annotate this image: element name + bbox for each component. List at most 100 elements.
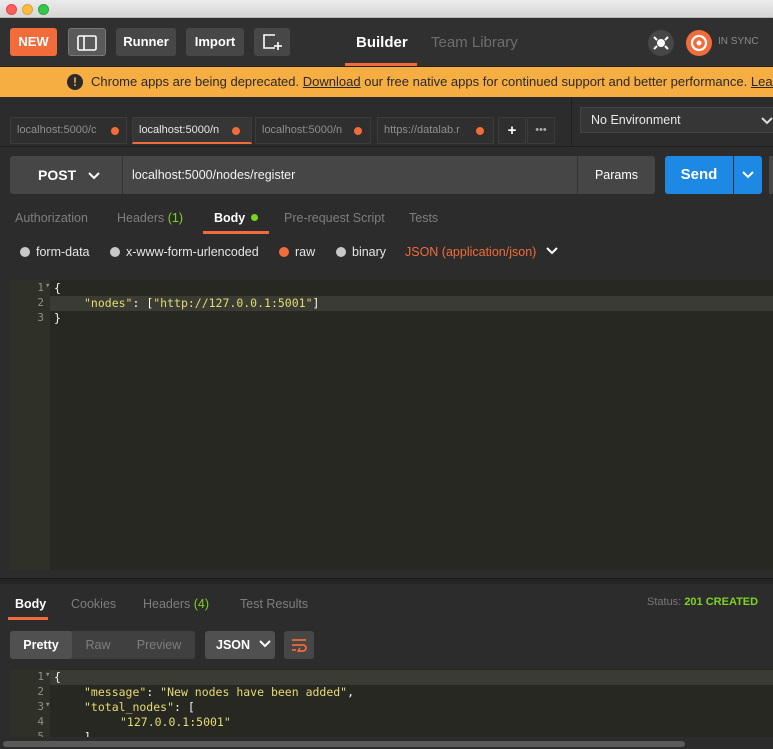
method-select[interactable]: POST [10,156,122,194]
sidebar-icon [77,35,97,51]
line-number: 3 [37,700,44,713]
unsaved-dot-icon [111,127,119,135]
minimize-window-button[interactable] [22,4,33,15]
toggle-sidebar-button[interactable] [68,28,106,56]
pane-resizer[interactable] [0,578,773,584]
code-line-2: "nodes": ["http://127.0.0.1:5001"] [84,296,319,310]
code-line-3: "total_nodes": [ [84,700,195,714]
environment-select[interactable]: No Environment [580,107,773,133]
runner-button[interactable]: Runner [116,28,176,56]
unsaved-dot-icon [476,127,484,135]
code-line-4: "127.0.0.1:5001" [120,715,231,729]
body-tab-indicator [203,231,269,234]
horizontal-scrollbar-track[interactable] [0,739,773,749]
fold-arrow-icon[interactable]: ▾ [45,670,50,680]
horizontal-scrollbar-thumb[interactable] [3,741,685,747]
language-select[interactable]: JSON [205,631,275,659]
app-header: NEW Runner Import Builder Team Library I… [0,18,773,67]
new-window-icon [263,34,282,50]
response-tab-cookies[interactable]: Cookies [71,597,116,611]
send-options-button[interactable] [734,156,762,194]
download-link[interactable]: Download [303,74,361,89]
send-button[interactable]: Send [665,156,733,194]
maximize-window-button[interactable] [38,4,49,15]
url-input-value: localhost:5000/nodes/register [132,168,296,182]
preview-button[interactable]: Preview [124,631,194,659]
chevron-down-icon [258,640,271,648]
import-button[interactable]: Import [186,28,244,56]
binary-radio[interactable] [336,247,346,257]
response-tab-headers[interactable]: Headers (4) [143,597,209,611]
params-button[interactable]: Params [578,156,655,194]
satellite-icon [653,36,669,50]
new-button[interactable]: NEW [10,28,57,56]
json-string: "127.0.0.1:5001" [120,715,231,729]
json-key: "total_nodes" [84,700,175,714]
more-tabs-button[interactable]: ••• [527,117,555,144]
status-value: 201 CREATED [684,596,759,608]
new-window-button[interactable] [254,28,290,56]
banner-text-2: our free native apps for continued suppo… [364,74,748,89]
unsaved-dot-icon [232,127,240,135]
response-body-viewer[interactable]: 1 ▾ 2 3 ▾ 4 5 { "message": "New nodes ha… [10,669,773,737]
response-headers-count-badge: (4) [193,597,210,611]
tab-headers-label: Headers [117,211,165,225]
form-data-label: form-data [36,245,90,259]
code-line-5: ] [84,730,91,737]
builder-tab[interactable]: Builder [356,18,408,67]
banner-text: Chrome apps are being deprecated. [91,74,300,89]
request-tab[interactable]: localhost:5000/n [255,117,371,144]
json-punct: : [ [132,296,154,310]
request-body-editor[interactable]: 1 ▾ 2 3 { "nodes": ["http://127.0.0.1:50… [10,280,773,570]
tab-authorization[interactable]: Authorization [15,211,88,225]
url-bar: POST localhost:5000/nodes/register Param… [10,156,655,194]
request-tab-label: localhost:5000/c [17,124,97,136]
request-tabs-bar: localhost:5000/c localhost:5000/n localh… [0,97,773,147]
tab-pre-request-script[interactable]: Pre-request Script [284,211,385,225]
wrap-lines-button[interactable] [284,631,314,659]
tab-body-label: Body [214,211,246,225]
response-body-tab-indicator [8,617,48,620]
environment-select-value: No Environment [591,113,681,127]
response-tab-body[interactable]: Body [15,597,46,611]
save-button-edge[interactable] [769,156,773,194]
request-tab-label: https://datalab.r [384,124,460,136]
learn-more-link[interactable]: Learn mo [751,74,773,89]
url-input[interactable]: localhost:5000/nodes/register [123,156,577,194]
add-tab-button[interactable]: + [498,117,526,144]
tab-body[interactable]: Body [214,211,258,225]
binary-label: binary [352,245,387,259]
line-number: 5 [37,730,44,737]
sync-icon [690,34,708,52]
line-number: 2 [37,296,44,309]
team-library-tab[interactable]: Team Library [431,18,518,67]
line-number: 4 [37,715,44,728]
request-tab[interactable]: localhost:5000/c [10,117,127,144]
chevron-down-icon [742,171,754,179]
form-data-radio[interactable] [20,247,30,257]
urlencoded-radio[interactable] [110,247,120,257]
json-string: "http://127.0.0.1:5001" [153,296,313,310]
active-line-highlight [50,670,773,685]
urlencoded-label: x-www-form-urlencoded [126,245,259,259]
fold-arrow-icon[interactable]: ▾ [45,281,50,291]
language-select-value: JSON [216,638,251,652]
raw-radio[interactable] [279,247,289,257]
raw-button[interactable]: Raw [73,631,123,659]
chevron-down-icon [545,247,558,255]
content-type-select[interactable]: JSON (application/json) [405,245,558,261]
interceptor-button[interactable] [648,30,674,56]
response-tab-test-results[interactable]: Test Results [240,597,308,611]
close-window-button[interactable] [6,4,17,15]
json-key: "nodes" [84,296,133,310]
divider [571,97,572,147]
fold-arrow-icon[interactable]: ▾ [45,700,50,710]
request-tab[interactable]: https://datalab.r [377,117,494,144]
pretty-button[interactable]: Pretty [10,631,72,659]
tab-tests[interactable]: Tests [409,211,438,225]
method-select-value: POST [38,167,77,183]
chevron-down-icon [88,172,100,180]
request-tab-active[interactable]: localhost:5000/n [132,117,252,144]
tab-headers[interactable]: Headers (1) [117,211,183,225]
sync-button[interactable] [686,30,712,56]
